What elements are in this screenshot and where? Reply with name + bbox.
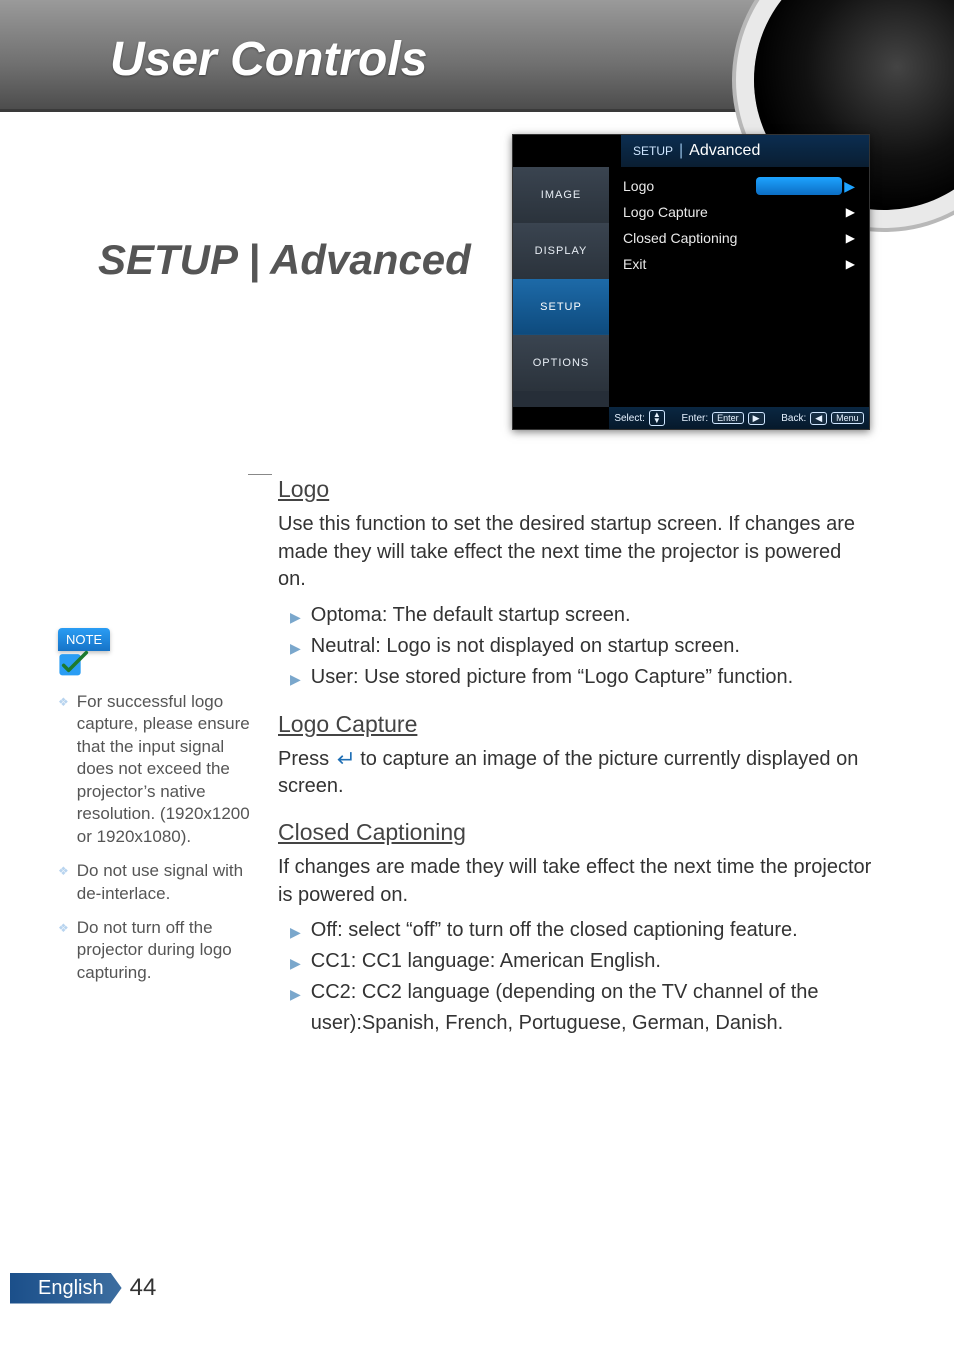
leader-line [248,474,272,475]
osd-footer-enter-label: Enter: [681,413,708,424]
list-item: ▶CC1: CC1 language: American English. [290,946,872,977]
list-item: ▶Optoma: The default startup screen. [290,600,872,631]
section-title: SETUP | Advanced [98,236,471,284]
osd-item-label: Closed Captioning [623,230,737,246]
osd-selected-chip [756,177,842,195]
list-item: ▶Neutral: Logo is not displayed on start… [290,631,872,662]
footer-page-number: 44 [130,1274,157,1302]
left-key-icon: ◀ [810,412,827,425]
osd-footer: Select: ▲▼ Enter: Enter ▶ Back: ◀ Menu [609,407,869,429]
osd-tab-options[interactable]: OPTIONS [513,335,609,391]
note-item: ❖Do not use signal with de-interlace. [58,860,258,905]
heading-closed-captioning: Closed Captioning [278,819,872,846]
breadcrumb-divider: | [679,142,683,160]
list-item: ▶User: Use stored picture from “Logo Cap… [290,662,872,693]
note-item: ❖Do not turn off the projector during lo… [58,917,258,984]
heading-logo: Logo [278,476,872,503]
banner-title: User Controls [110,32,427,87]
diamond-bullet-icon: ❖ [58,695,69,848]
osd-screenshot: SETUP | Advanced IMAGE DISPLAY SETUP OPT… [512,134,870,430]
triangle-bullet-icon: ▶ [290,984,301,1006]
osd-item-label: Logo [623,178,654,194]
checkmark-icon [58,651,92,677]
para-logo: Use this function to set the desired sta… [278,511,872,594]
arrow-right-icon: ▶ [844,178,855,195]
osd-breadcrumb: SETUP | Advanced [621,135,869,167]
page-footer: English 44 [10,1270,210,1306]
osd-item-logo[interactable]: Logo ▶ [623,173,855,199]
breadcrumb-parent: SETUP [633,144,673,158]
enter-key-icon: Enter [712,412,744,424]
notes-sidebar: NOTE ❖For successful logo capture, pleas… [58,628,258,996]
osd-footer-back-label: Back: [781,413,806,424]
breadcrumb-current: Advanced [689,142,760,160]
triangle-bullet-icon: ▶ [290,638,301,660]
arrow-right-icon: ▶ [846,257,855,271]
osd-item-logo-capture[interactable]: Logo Capture ▶ [623,199,855,225]
menu-key-icon: Menu [831,412,864,424]
enter-icon [335,748,355,776]
osd-item-closed-captioning[interactable]: Closed Captioning ▶ [623,225,855,251]
arrow-right-icon: ▶ [846,231,855,245]
diamond-bullet-icon: ❖ [58,864,69,905]
osd-footer-select-label: Select: [614,413,645,424]
para-logo-capture: Press to capture an image of the picture… [278,746,872,801]
arrow-right-icon: ▶ [846,205,855,219]
footer-language: English [10,1273,122,1304]
osd-tab-display[interactable]: DISPLAY [513,223,609,279]
triangle-bullet-icon: ▶ [290,953,301,975]
note-item: ❖For successful logo capture, please ens… [58,691,258,848]
triangle-bullet-icon: ▶ [290,669,301,691]
para-cc: If changes are made they will take effec… [278,854,872,909]
triangle-bullet-icon: ▶ [290,922,301,944]
osd-tab-image[interactable]: IMAGE [513,167,609,223]
right-key-icon: ▶ [748,412,765,425]
osd-tab-setup[interactable]: SETUP [513,279,609,335]
body-content: Logo Use this function to set the desire… [272,458,872,1041]
osd-item-label: Logo Capture [623,204,708,220]
osd-item-exit[interactable]: Exit ▶ [623,251,855,277]
up-down-icon: ▲▼ [649,410,665,426]
page-banner: User Controls [0,0,954,112]
bullets-cc: ▶Off: select “off” to turn off the close… [290,915,872,1039]
osd-item-label: Exit [623,256,646,272]
osd-item-list: Logo ▶ Logo Capture ▶ Closed Captioning … [609,167,869,407]
list-item: ▶CC2: CC2 language (depending on the TV … [290,977,872,1039]
osd-sidebar: IMAGE DISPLAY SETUP OPTIONS [513,167,609,407]
diamond-bullet-icon: ❖ [58,921,69,984]
triangle-bullet-icon: ▶ [290,607,301,629]
list-item: ▶Off: select “off” to turn off the close… [290,915,872,946]
bullets-logo: ▶Optoma: The default startup screen. ▶Ne… [290,600,872,693]
heading-logo-capture: Logo Capture [278,711,872,738]
